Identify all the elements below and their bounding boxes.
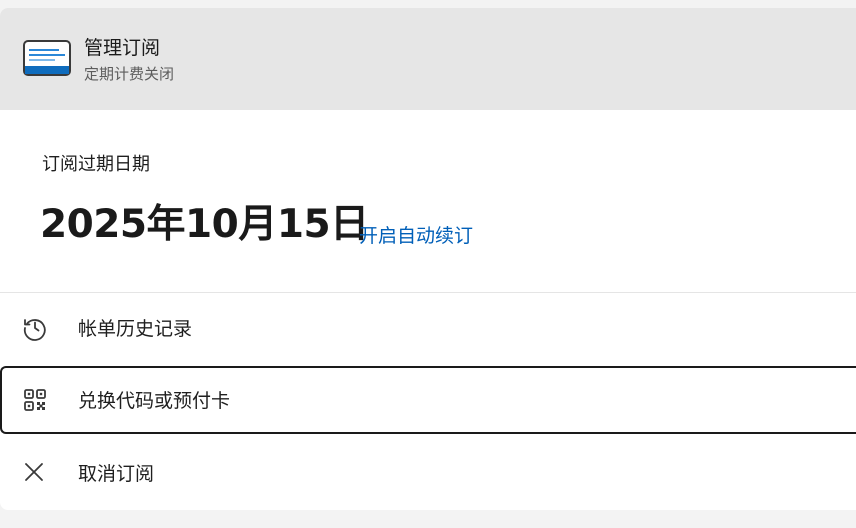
expiry-date: 2025年10月15日 bbox=[40, 202, 369, 247]
qr-code-icon bbox=[24, 389, 46, 411]
expiry-label: 订阅过期日期 bbox=[42, 154, 150, 175]
cancel-subscription-item[interactable]: 取消订阅 bbox=[0, 438, 856, 506]
billing-history-item[interactable]: 帐单历史记录 bbox=[0, 294, 856, 362]
auto-renew-link[interactable]: 开启自动续订 bbox=[359, 224, 473, 248]
divider bbox=[0, 292, 856, 293]
history-icon bbox=[23, 319, 46, 341]
billing-history-label: 帐单历史记录 bbox=[78, 318, 193, 340]
redeem-code-item[interactable]: 兑换代码或预付卡 bbox=[0, 366, 856, 434]
subscription-card: 管理订阅 定期计费关闭 订阅过期日期 2025年10月15日 开启自动续订 帐单… bbox=[0, 8, 856, 510]
redeem-code-label: 兑换代码或预付卡 bbox=[78, 390, 231, 412]
page-title: 管理订阅 bbox=[84, 37, 161, 59]
subscription-card-icon bbox=[23, 40, 71, 76]
subscription-header: 管理订阅 定期计费关闭 bbox=[0, 8, 856, 110]
billing-status: 定期计费关闭 bbox=[84, 65, 175, 83]
close-icon bbox=[25, 463, 43, 481]
page-background bbox=[0, 510, 856, 528]
cancel-subscription-label: 取消订阅 bbox=[78, 463, 155, 485]
